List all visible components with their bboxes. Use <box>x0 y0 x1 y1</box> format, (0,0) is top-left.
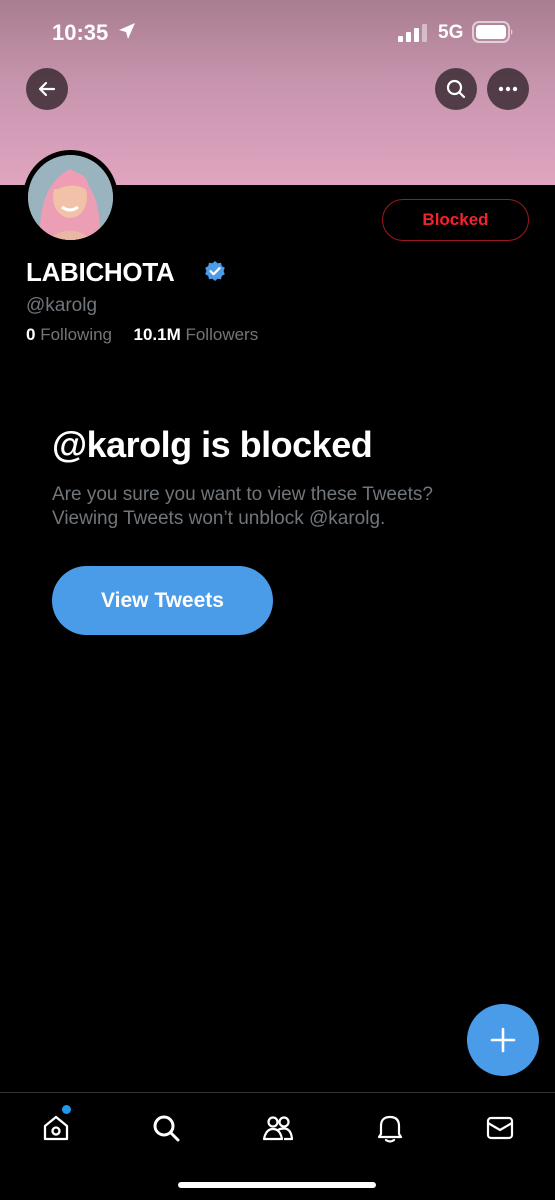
envelope-icon <box>486 1116 514 1140</box>
status-bar: 10:35 5G <box>0 0 555 66</box>
follow-stats: 0 Following 10.1M Followers <box>26 325 258 345</box>
followers-label: Followers <box>185 325 259 344</box>
communities-icon <box>262 1116 294 1141</box>
profile-handle: @karolg <box>26 295 98 316</box>
back-button[interactable] <box>26 68 68 110</box>
status-time: 10:35 <box>52 20 109 45</box>
ellipsis-icon <box>498 86 518 92</box>
home-icon <box>43 1115 69 1141</box>
followers-count: 10.1M <box>133 325 181 344</box>
arrow-left-icon <box>38 81 56 97</box>
location-arrow-icon <box>118 22 136 45</box>
cellular-signal-icon <box>398 24 428 47</box>
home-notification-dot <box>62 1105 71 1114</box>
verified-badge-icon <box>203 260 227 289</box>
following-link[interactable]: 0 Following <box>26 325 112 344</box>
bell-icon <box>377 1115 403 1143</box>
avatar-image <box>28 155 113 240</box>
network-type: 5G <box>438 22 464 43</box>
tab-notifications[interactable] <box>373 1111 407 1145</box>
tab-communities[interactable] <box>261 1111 295 1145</box>
view-tweets-button[interactable]: View Tweets <box>52 566 273 635</box>
avatar[interactable] <box>23 150 118 245</box>
blocked-button[interactable]: Blocked <box>382 199 529 241</box>
search-icon <box>446 79 466 99</box>
more-options-button[interactable] <box>487 68 529 110</box>
profile-search-button[interactable] <box>435 68 477 110</box>
compose-tweet-button[interactable] <box>467 1004 539 1076</box>
tab-messages[interactable] <box>483 1111 517 1145</box>
blocked-title: @karolg is blocked <box>52 424 373 465</box>
home-indicator <box>178 1182 376 1188</box>
followers-link[interactable]: 10.1M Followers <box>133 325 258 344</box>
search-icon <box>153 1115 180 1142</box>
blocked-description: Are you sure you want to view these Twee… <box>52 484 433 529</box>
tab-search[interactable] <box>149 1111 183 1145</box>
display-name: LABICHOTA <box>26 257 175 287</box>
tab-home[interactable] <box>39 1111 73 1145</box>
battery-icon <box>472 21 514 48</box>
following-label: Following <box>40 325 113 344</box>
following-count: 0 <box>26 325 36 344</box>
plus-icon <box>490 1027 516 1053</box>
